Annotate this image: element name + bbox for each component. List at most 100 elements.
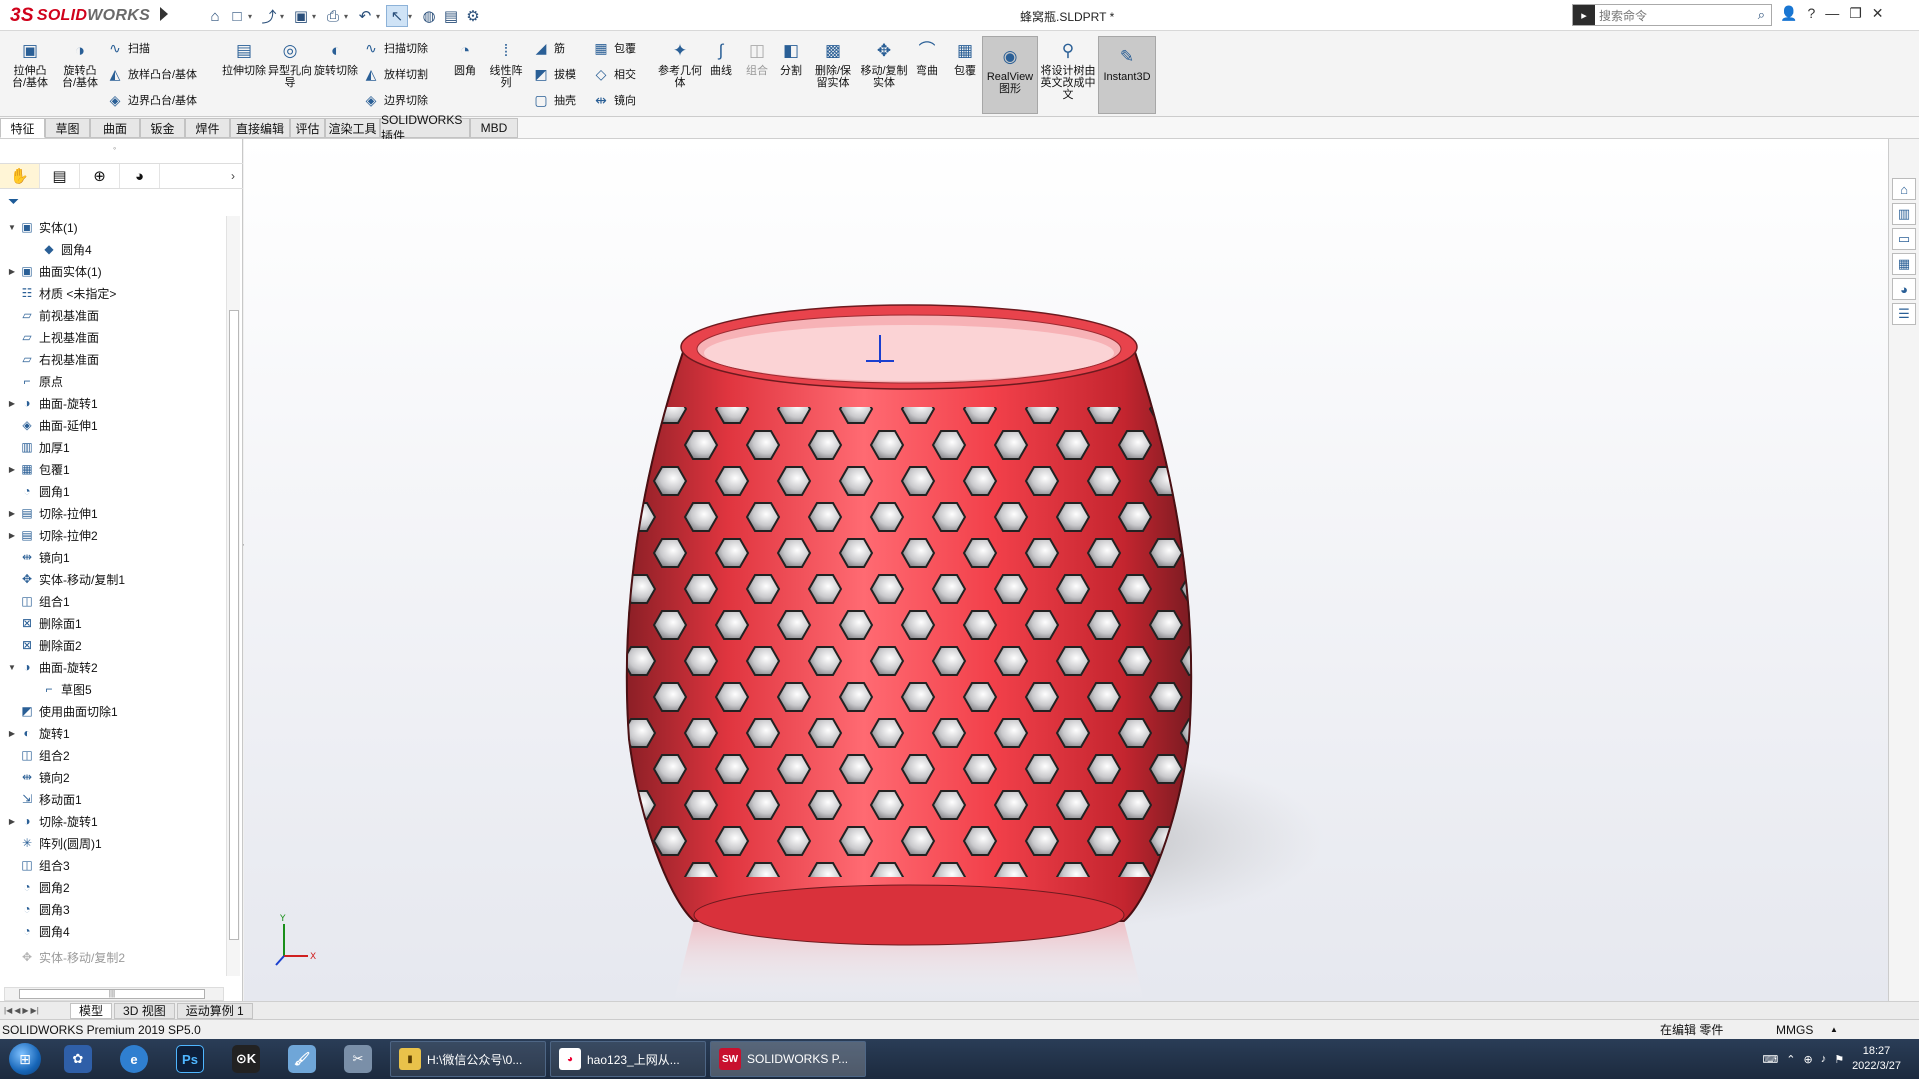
fillet-button[interactable]: ◔ 圆角: [448, 39, 482, 77]
dropdown-arrow-icon[interactable]: ▾: [376, 5, 386, 27]
tree-vertical-scrollbar[interactable]: [226, 216, 240, 976]
close-icon[interactable]: ✕: [1872, 5, 1884, 22]
home-icon[interactable]: ⌂: [204, 5, 226, 27]
search-commands-box[interactable]: ▸ 搜索命令 ⌕: [1572, 4, 1772, 26]
extrude-cut-button[interactable]: ▤ 拉伸切除: [222, 39, 266, 77]
tree-node[interactable]: ▱ 右视基准面: [0, 348, 226, 370]
tab-1[interactable]: 草图: [45, 118, 90, 138]
expand-toggle-icon[interactable]: ▶: [6, 509, 18, 518]
dropdown-arrow-icon[interactable]: ▾: [344, 5, 354, 27]
hole-wizard-button[interactable]: ◎ 异型孔向导: [268, 39, 312, 89]
expand-toggle-icon[interactable]: ▶: [6, 817, 18, 826]
tree-node[interactable]: ▶ ◐ 旋转1: [0, 722, 226, 744]
tree-node[interactable]: ◔ 圆角3: [0, 898, 226, 920]
user-icon[interactable]: 👤: [1780, 5, 1797, 22]
search-icon[interactable]: ⌕: [1758, 7, 1765, 23]
split-button[interactable]: ◧ 分割: [774, 39, 808, 77]
tree-node[interactable]: ▥ 加厚1: [0, 436, 226, 458]
tree-node[interactable]: ⌐ 原点: [0, 370, 226, 392]
rib-button[interactable]: ◢ 筋: [532, 39, 565, 57]
expand-toggle-icon[interactable]: ▶: [6, 267, 18, 276]
translate-tree-button[interactable]: ⚲ 将设计树由英文改成中文: [1040, 39, 1096, 101]
flex-button[interactable]: ⌒ 弯曲: [912, 39, 942, 77]
swept-cut-button[interactable]: ∿ 扫描切除: [362, 39, 428, 57]
photoshop-icon[interactable]: Ps: [162, 1040, 218, 1078]
clock[interactable]: 18:27 2022/3/27: [1852, 1044, 1901, 1074]
boundary-cut-button[interactable]: ◈ 边界切除: [362, 91, 428, 109]
status-units[interactable]: MMGS: [1776, 1023, 1813, 1037]
expand-toggle-icon[interactable]: ▶: [6, 399, 18, 408]
taskbar-window-1[interactable]: ◕ hao123_上网从...: [550, 1041, 706, 1077]
tree-node[interactable]: ☷ 材质 <未指定>: [0, 282, 226, 304]
tree-node[interactable]: ◔ 圆角4: [0, 920, 226, 942]
tab-9[interactable]: MBD: [470, 118, 518, 138]
tree-node[interactable]: ▶ ▣ 曲面实体(1): [0, 260, 226, 282]
save-icon[interactable]: ▣: [290, 5, 312, 27]
tab-4[interactable]: 焊件: [185, 118, 230, 138]
tree-node[interactable]: ▱ 上视基准面: [0, 326, 226, 348]
tree-node[interactable]: ✳ 阵列(圆周)1: [0, 832, 226, 854]
realview-graphics-button[interactable]: ◉ RealView图形: [982, 36, 1038, 114]
shell-button[interactable]: ▢ 抽壳: [532, 91, 576, 109]
search-input[interactable]: 搜索命令: [1599, 7, 1647, 24]
file-properties-icon[interactable]: ▤: [440, 5, 462, 27]
tree-node[interactable]: ⊠ 删除面1: [0, 612, 226, 634]
appearances-icon[interactable]: ◕: [1892, 278, 1916, 300]
lofted-cut-button[interactable]: ◭ 放样切割: [362, 65, 428, 83]
draft-button[interactable]: ◩ 拔模: [532, 65, 576, 83]
tree-node[interactable]: ⇹ 镜向2: [0, 766, 226, 788]
start-button[interactable]: ⊞: [0, 1039, 50, 1079]
mirror-button[interactable]: ⇹ 镜向: [592, 91, 636, 109]
bottom-tab-2[interactable]: 运动算例 1: [176, 1002, 253, 1019]
menu-expand-arrow-icon[interactable]: [160, 7, 168, 21]
boundary-boss-button[interactable]: ◈ 边界凸台/基体: [106, 91, 197, 109]
instant3d-button[interactable]: ✎ Instant3D: [1098, 36, 1156, 114]
scroll-thumb[interactable]: [229, 310, 239, 940]
open-icon[interactable]: ⤴: [258, 5, 280, 27]
help-icon[interactable]: ?: [1807, 5, 1815, 22]
tab-5[interactable]: 直接编辑: [230, 118, 290, 138]
design-library-icon[interactable]: ▥: [1892, 203, 1916, 225]
revolve-boss-button[interactable]: ◑ 旋转凸台/基体: [58, 39, 102, 89]
revolve-cut-button[interactable]: ◐ 旋转切除: [314, 39, 358, 77]
intersect-button[interactable]: ◇ 相交: [592, 65, 636, 83]
select-arrow-icon[interactable]: ↖: [386, 5, 408, 27]
tree-node[interactable]: ✥ 实体-移动/复制2: [0, 946, 226, 968]
dropdown-arrow-icon[interactable]: ▾: [280, 5, 290, 27]
volume-icon[interactable]: ♪: [1821, 1053, 1827, 1065]
tree-node[interactable]: ▶ ◑ 曲面-旋转1: [0, 392, 226, 414]
more-tabs-chevron-icon[interactable]: ›: [223, 164, 243, 188]
tree-node[interactable]: ◩ 使用曲面切除1: [0, 700, 226, 722]
tab-8[interactable]: SOLIDWORKS 插件: [380, 113, 470, 143]
tree-node[interactable]: ▼ ▣ 实体(1): [0, 216, 226, 238]
panel-pin-icon[interactable]: ◦: [113, 143, 116, 153]
units-dropdown-icon[interactable]: ▲: [1830, 1025, 1838, 1034]
new-document-icon[interactable]: □: [226, 5, 248, 27]
network-icon[interactable]: ⊕: [1803, 1053, 1812, 1066]
property-manager-tab-icon[interactable]: ▤: [40, 164, 80, 188]
tree-node[interactable]: ◈ 曲面-延伸1: [0, 414, 226, 436]
reference-geometry-button[interactable]: ✦ 参考几何体: [658, 39, 702, 89]
display-manager-tab-icon[interactable]: ◕: [120, 164, 160, 188]
undo-icon[interactable]: ↶: [354, 5, 376, 27]
curves-button[interactable]: ∫ 曲线: [704, 39, 738, 77]
taskbar-window-0[interactable]: ▮ H:\微信公众号\0...: [390, 1041, 546, 1077]
tree-node[interactable]: ⊠ 删除面2: [0, 634, 226, 656]
move-copy-body-button[interactable]: ✥ 移动/复制实体: [860, 39, 908, 89]
linear-pattern-button[interactable]: ⁞ 线性阵列: [486, 39, 526, 89]
file-explorer-icon[interactable]: ▭: [1892, 228, 1916, 250]
tab-6[interactable]: 评估: [290, 118, 325, 138]
tree-node[interactable]: ▶ ◑ 切除-旋转1: [0, 810, 226, 832]
minimize-icon[interactable]: —: [1825, 5, 1839, 22]
tree-node[interactable]: ⇹ 镜向1: [0, 546, 226, 568]
loft-boss-button[interactable]: ◭ 放样凸台/基体: [106, 65, 197, 83]
expand-toggle-icon[interactable]: ▼: [6, 663, 18, 672]
dropdown-arrow-icon[interactable]: ▾: [248, 5, 258, 27]
sweep-button[interactable]: ∿ 扫描: [106, 39, 150, 57]
tree-node[interactable]: ▶ ▦ 包覆1: [0, 458, 226, 480]
wrap-button[interactable]: ▦ 包覆: [592, 39, 636, 57]
view-palette-icon[interactable]: ▦: [1892, 253, 1916, 275]
dropdown-arrow-icon[interactable]: ▾: [312, 5, 322, 27]
book-icon[interactable]: ▸: [1573, 5, 1595, 25]
configuration-manager-tab-icon[interactable]: ⊕: [80, 164, 120, 188]
